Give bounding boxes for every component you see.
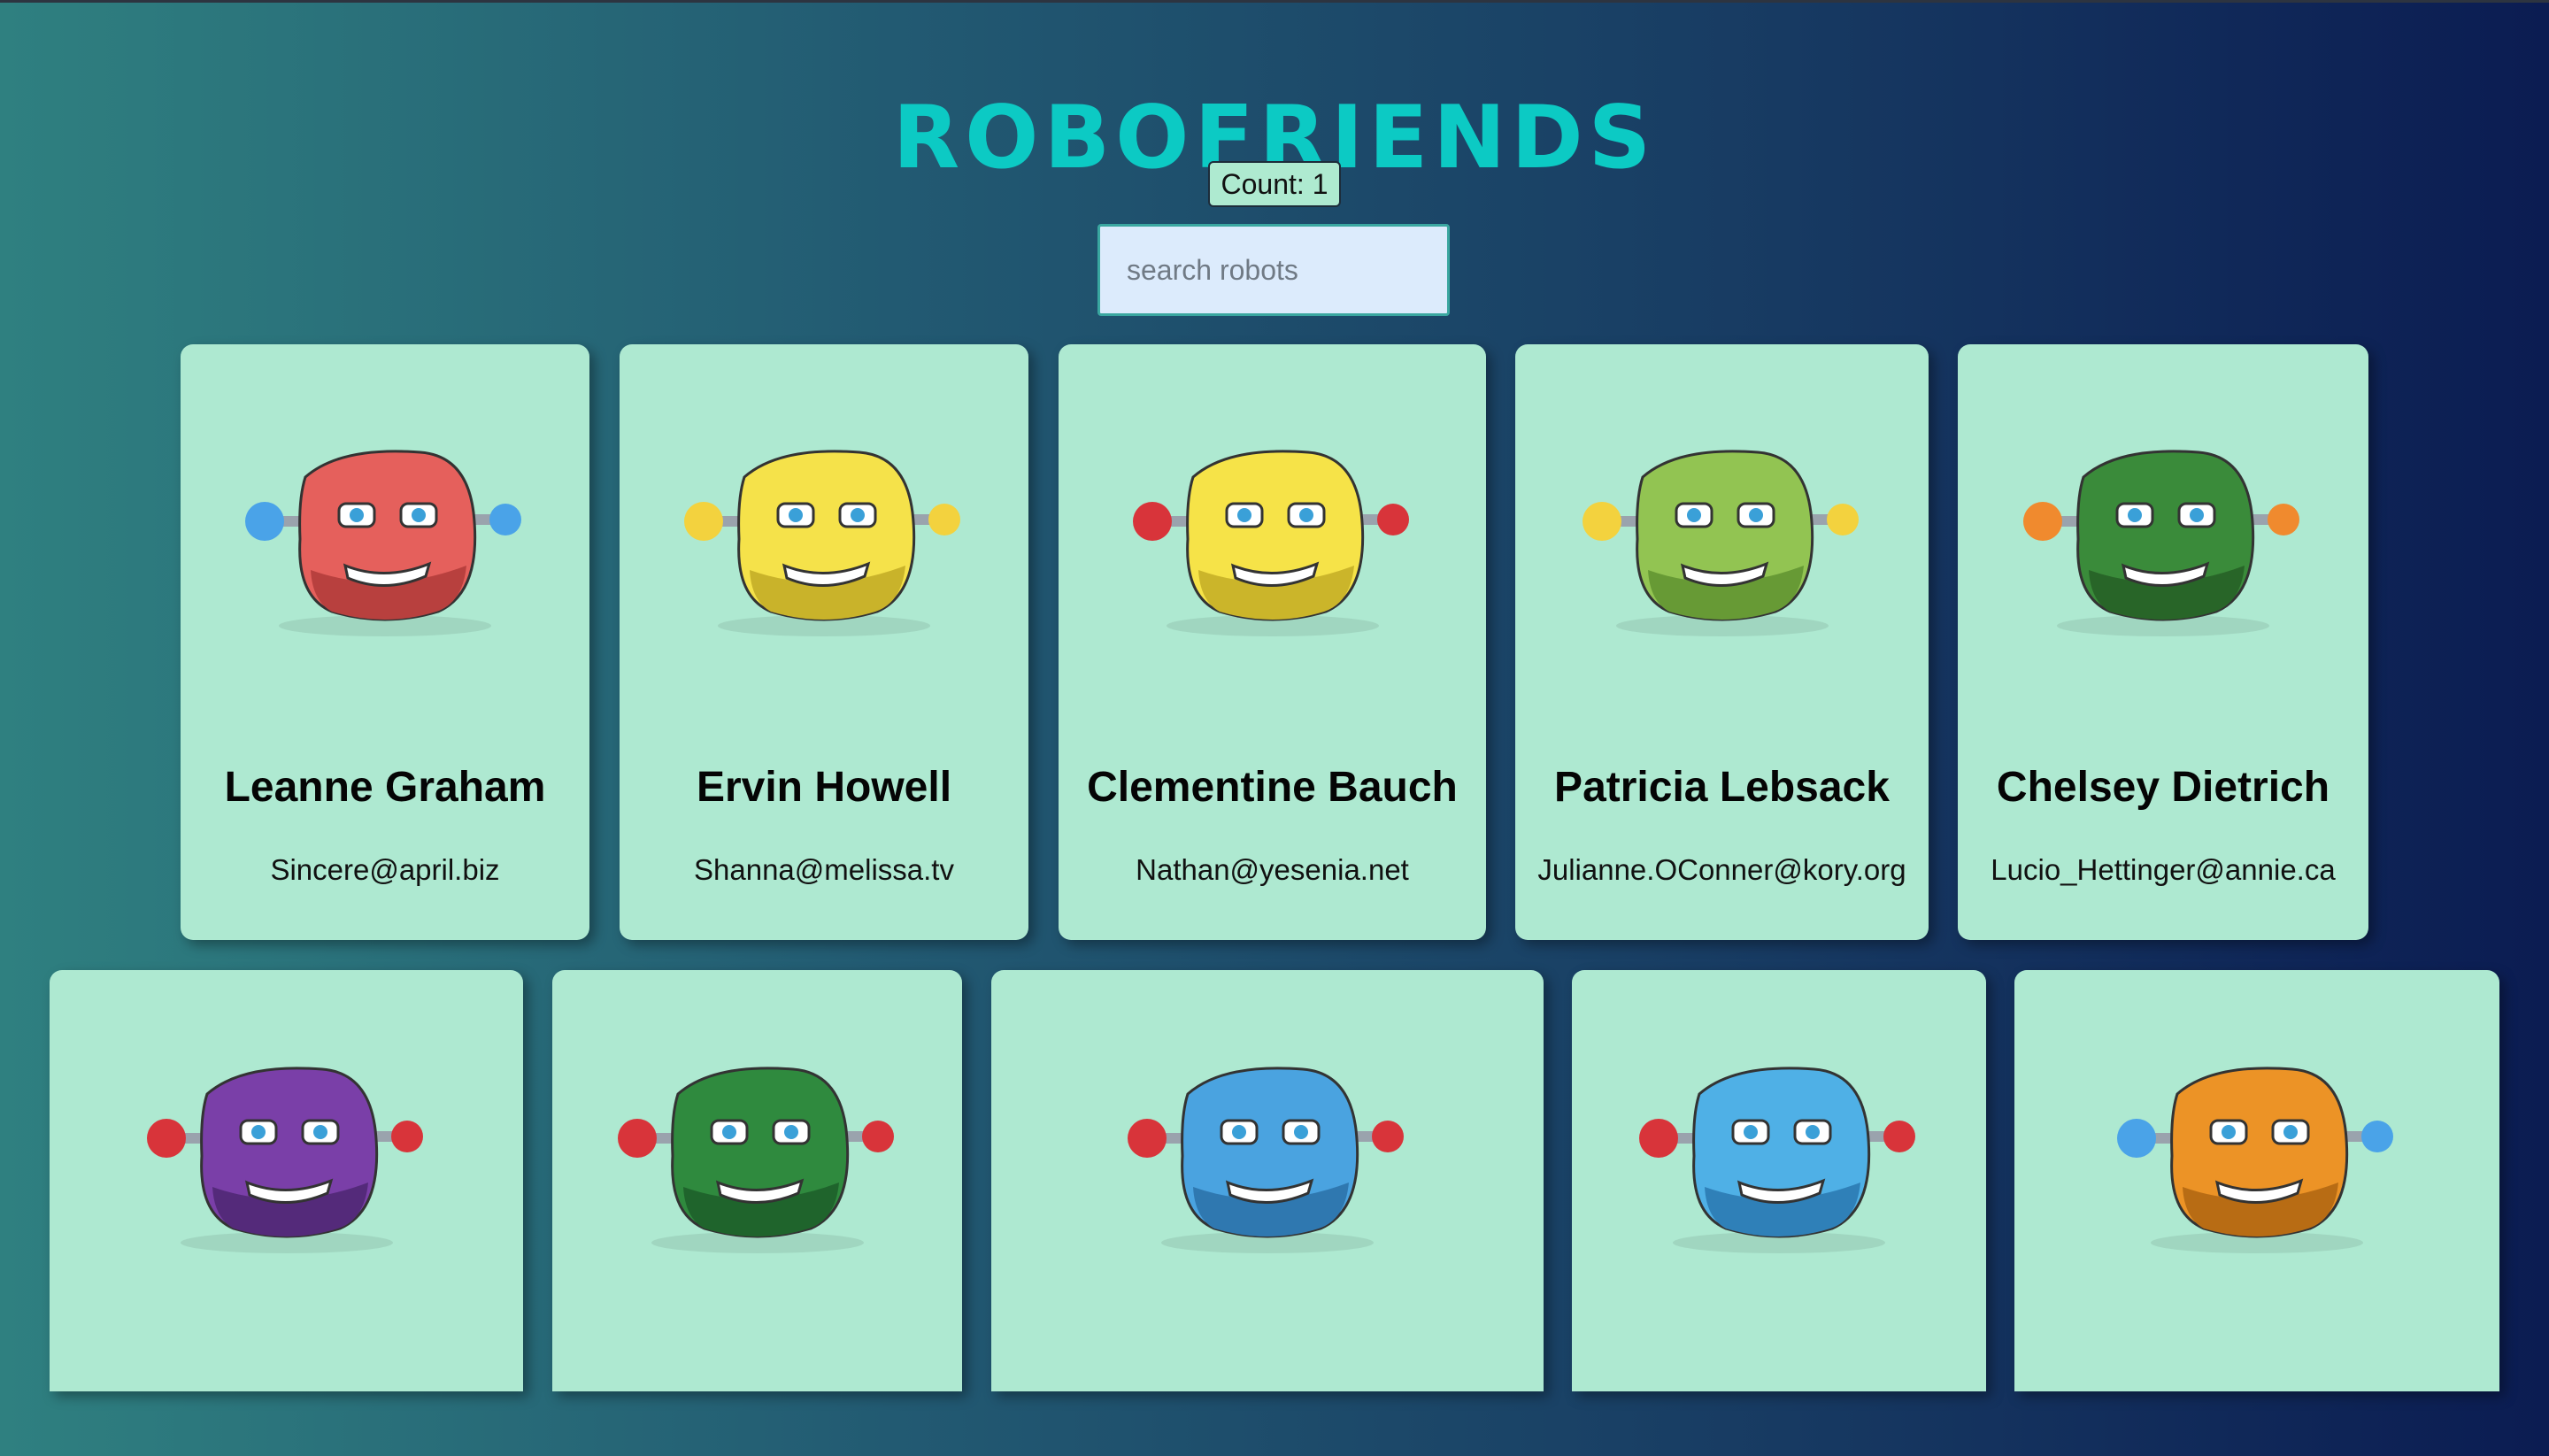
robot-avatar-image xyxy=(1639,1067,1915,1253)
robot-avatar-image xyxy=(1582,450,1859,636)
robot-avatar-image xyxy=(146,1067,423,1253)
robot-name: Leanne Graham xyxy=(224,764,546,811)
window-top-border xyxy=(0,0,2549,3)
robot-card[interactable]: Clementine Bauch Nathan@yesenia.net xyxy=(1059,344,1486,940)
robot-email: Lucio_Hettinger@annie.ca xyxy=(1991,853,2336,886)
robot-email: Shanna@melissa.tv xyxy=(694,853,954,886)
robot-email: Nathan@yesenia.net xyxy=(1136,853,1409,886)
robot-name: Patricia Lebsack xyxy=(1554,764,1890,811)
robot-card[interactable] xyxy=(552,970,962,1391)
robot-avatar-image xyxy=(1132,450,1409,636)
robot-card[interactable]: Ervin Howell Shanna@melissa.tv xyxy=(620,344,1028,940)
robot-name: Chelsey Dietrich xyxy=(1996,764,2330,811)
robot-email: Sincere@april.biz xyxy=(270,853,500,886)
robot-card[interactable]: Patricia Lebsack Julianne.OConner@kory.o… xyxy=(1515,344,1929,940)
robot-avatar-image xyxy=(684,450,960,636)
robot-name: Ervin Howell xyxy=(696,764,952,811)
robot-card[interactable] xyxy=(2014,970,2499,1391)
robot-card[interactable]: Leanne Graham Sincere@april.biz xyxy=(181,344,589,940)
robot-avatar-image xyxy=(245,450,521,636)
robot-name: Clementine Bauch xyxy=(1087,764,1458,811)
robot-email: Julianne.OConner@kory.org xyxy=(1537,853,1906,886)
robot-card[interactable] xyxy=(50,970,523,1391)
robot-avatar-image xyxy=(1128,1067,1404,1253)
robot-avatar-image xyxy=(2023,450,2299,636)
robot-card[interactable] xyxy=(1572,970,1986,1391)
robot-card[interactable]: Chelsey Dietrich Lucio_Hettinger@annie.c… xyxy=(1958,344,2368,940)
robot-card[interactable] xyxy=(991,970,1544,1391)
search-input[interactable] xyxy=(1097,224,1450,316)
robot-avatar-image xyxy=(2117,1067,2393,1253)
robot-avatar-image xyxy=(617,1067,894,1253)
count-button[interactable]: Count: 1 xyxy=(1208,161,1341,207)
